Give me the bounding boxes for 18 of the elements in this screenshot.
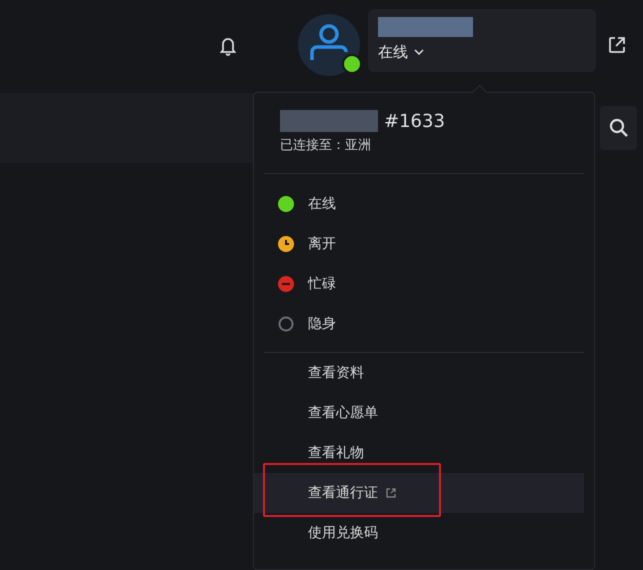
search-icon	[608, 118, 628, 138]
chevron-down-icon[interactable]	[414, 49, 424, 55]
status-option[interactable]: 离开	[254, 224, 594, 264]
search-button[interactable]	[600, 106, 637, 150]
menu-item[interactable]: 查看礼物	[254, 433, 584, 473]
menu-item[interactable]: 查看通行证	[254, 473, 584, 513]
menu-item[interactable]: 查看资料	[254, 353, 584, 393]
bell-icon[interactable]	[219, 36, 237, 56]
status-option[interactable]: 隐身	[254, 304, 594, 344]
menu-item[interactable]: 查看心愿单	[254, 393, 584, 433]
user-tag: #1633	[384, 110, 445, 132]
status-option[interactable]: 在线	[254, 184, 594, 224]
external-link-icon[interactable]	[608, 36, 626, 54]
profile-button[interactable]: 在线	[368, 8, 596, 72]
status-option[interactable]: 忙碌	[254, 264, 594, 304]
menu-item[interactable]: 使用兑换码	[254, 513, 584, 553]
connection-text: 已连接至：亚洲	[280, 137, 372, 154]
avatar-icon[interactable]	[298, 14, 360, 76]
